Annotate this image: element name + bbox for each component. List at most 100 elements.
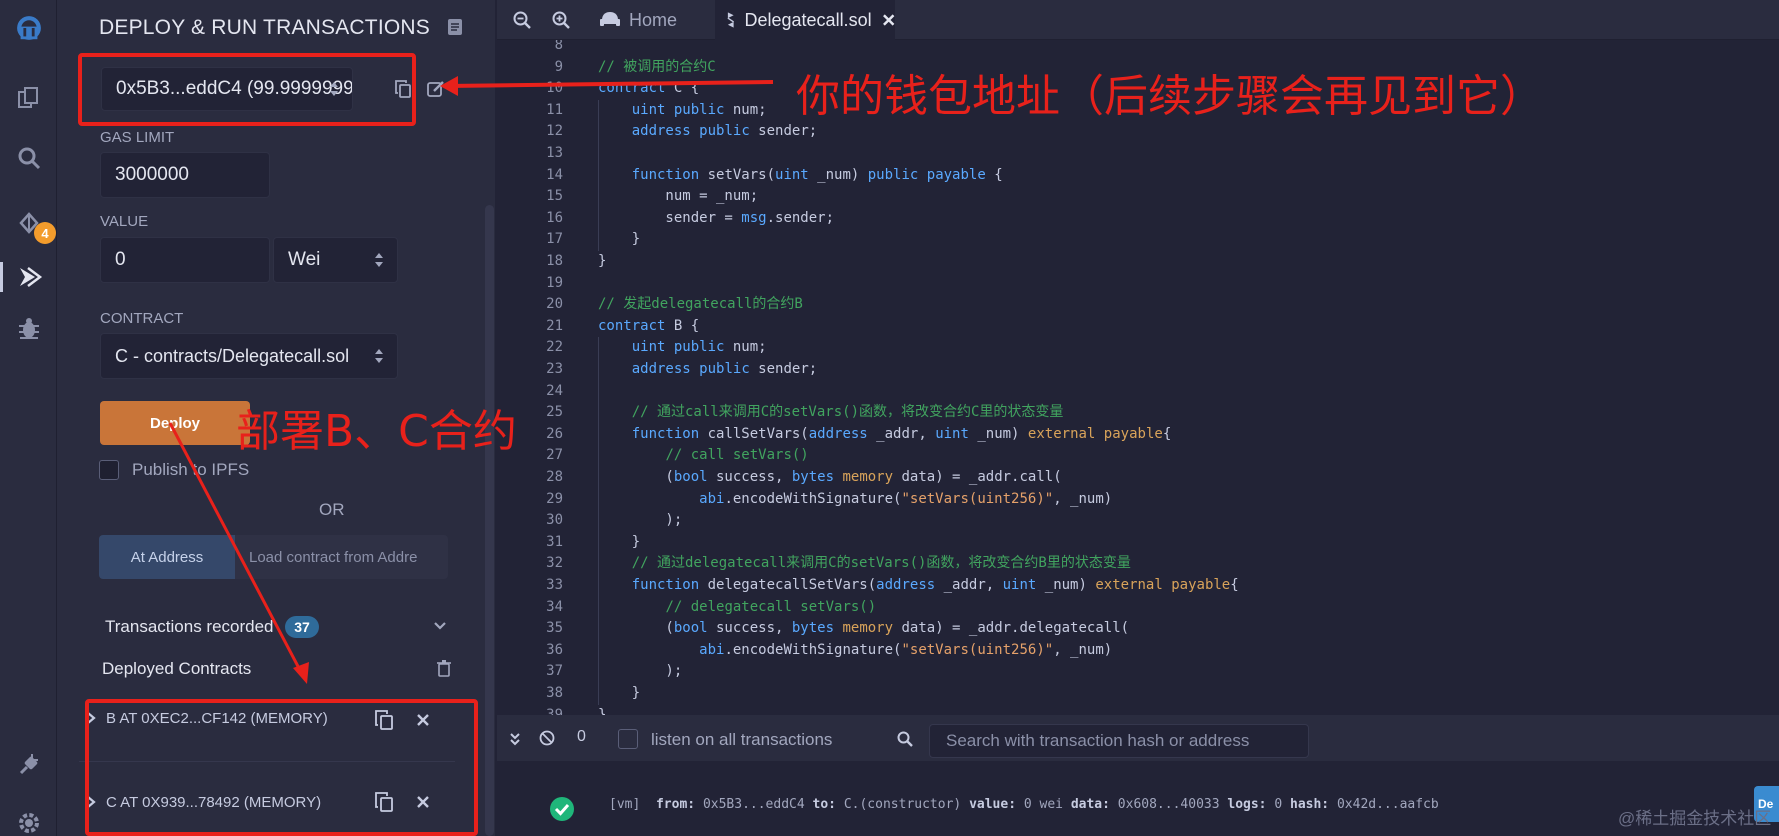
code-text: sender = msg.sender; [598, 208, 834, 230]
line-number: 15 [546, 188, 563, 205]
plugin-manager-icon[interactable] [0, 740, 57, 790]
code-line[interactable]: 23 address public sender; [497, 359, 1779, 381]
code-line[interactable]: 18} [497, 251, 1779, 273]
code-line[interactable]: 12 address public sender; [497, 121, 1779, 143]
value-input[interactable]: 0 [100, 237, 270, 283]
close-tab-icon[interactable] [882, 13, 895, 27]
deployed-contracts-label: Deployed Contracts [102, 659, 252, 678]
code-line[interactable]: 27 // call setVars() [497, 445, 1779, 467]
code-line[interactable]: 28 (bool success, bytes memory data) = _… [497, 467, 1779, 489]
code-line[interactable]: 34 // delegatecall setVars() [497, 597, 1779, 619]
or-divider: OR [319, 500, 345, 519]
pending-count: 0 [577, 728, 586, 745]
at-address-button[interactable]: At Address [99, 535, 235, 579]
code-line[interactable]: 32 // 通过delegatecall来调用C的setVars()函数，将改变… [497, 553, 1779, 575]
code-line[interactable]: 26 function callSetVars(address _addr, u… [497, 424, 1779, 446]
tab-home[interactable]: Home [591, 0, 711, 40]
listen-label: listen on all transactions [651, 730, 833, 749]
code-line[interactable]: 29 abi.encodeWithSignature("setVars(uint… [497, 489, 1779, 511]
code-line[interactable]: 33 function delegatecallSetVars(address … [497, 575, 1779, 597]
chevron-down-icon[interactable] [433, 620, 447, 632]
watermark: @稀土掘金技术社区 [1618, 809, 1772, 828]
deploy-button[interactable]: Deploy [100, 401, 250, 445]
remix-logo-icon[interactable] [0, 5, 57, 51]
transaction-search-input[interactable]: Search with transaction hash or address [929, 724, 1309, 758]
code-text: num = _num; [598, 186, 758, 208]
code-token: C { [665, 80, 700, 97]
code-token: address [631, 123, 691, 140]
value-unit-select[interactable]: Wei [273, 237, 398, 283]
trash-icon[interactable] [437, 660, 451, 677]
code-token: , _num) [1053, 490, 1113, 507]
code-line[interactable]: 19 [497, 273, 1779, 295]
code-line[interactable]: 38 } [497, 683, 1779, 705]
code-token: } [598, 231, 641, 248]
line-number: 22 [546, 339, 563, 356]
code-line[interactable]: 30 ); [497, 510, 1779, 532]
at-address-input[interactable]: Load contract from Addre [235, 535, 448, 579]
line-number: 34 [546, 598, 563, 615]
clear-console-icon[interactable] [539, 730, 555, 746]
code-line[interactable]: 21 contract B { [497, 316, 1779, 338]
log-to: C.(constructor) [843, 797, 962, 812]
code-line[interactable]: 13 [497, 143, 1779, 165]
code-line[interactable]: 36 abi.encodeWithSignature("setVars(uint… [497, 640, 1779, 662]
code-token: payable [926, 166, 986, 183]
code-line[interactable]: 31 } [497, 532, 1779, 554]
log-hash: 0x42d...aafcb [1336, 797, 1439, 812]
log-data-key: data: [1070, 797, 1110, 812]
code-token: public [867, 166, 919, 183]
panel-scrollbar[interactable] [485, 205, 494, 836]
code-token: uint [631, 101, 666, 118]
transactions-recorded-label[interactable]: Transactions recorded [105, 617, 274, 637]
code-token: ( [598, 469, 674, 485]
code-line[interactable]: 35 (bool success, bytes memory data) = _… [497, 618, 1779, 640]
deploy-run-icon[interactable] [0, 252, 57, 302]
edit-account-icon[interactable] [427, 80, 445, 98]
code-token: _addr, [935, 577, 1003, 593]
code-line[interactable]: 37 ); [497, 661, 1779, 683]
code-line[interactable]: 25 // 通过call来调用C的setVars()函数，将改变合约C里的状态变… [497, 402, 1779, 424]
settings-gear-icon[interactable] [0, 798, 57, 836]
debugger-icon[interactable] [0, 303, 57, 353]
code-text: // 通过delegatecall来调用C的setVars()函数，将改变合约B… [598, 553, 1131, 575]
code-line[interactable]: 8 [497, 40, 1779, 57]
double-chevron-down-icon[interactable] [509, 732, 521, 746]
line-number: 36 [546, 641, 563, 658]
code-token: num; [724, 101, 767, 118]
code-line[interactable]: 17 } [497, 229, 1779, 251]
zoom-in-icon[interactable] [552, 11, 570, 29]
gas-limit-input[interactable]: 3000000 [100, 152, 270, 198]
icon-rail: 4 [0, 0, 57, 836]
code-text: uint public num; [598, 100, 767, 122]
code-token: sender = [598, 209, 742, 226]
file-explorer-icon[interactable] [0, 73, 57, 123]
transaction-log-line[interactable]: [vm] from: 0x5B3...eddC4 to: C.(construc… [609, 797, 1439, 812]
code-line[interactable]: 15 num = _num; [497, 186, 1779, 208]
listen-checkbox[interactable] [618, 729, 638, 749]
solidity-file-icon [727, 12, 735, 28]
contract-select[interactable]: C - contracts/Delegatecall.sol [100, 333, 398, 379]
code-line[interactable]: 20 // 发起delegatecall的合约B [497, 294, 1779, 316]
code-token: setVars( [699, 166, 776, 183]
publish-ipfs-label: Publish to IPFS [132, 460, 250, 479]
code-token: uint [1002, 577, 1037, 593]
log-data: 0x608...40033 [1117, 797, 1220, 812]
code-line[interactable]: 14 function setVars(uint _num) public pa… [497, 165, 1779, 187]
code-token: bool [673, 469, 708, 485]
tab-delegatecall-sol[interactable]: Delegatecall.sol [715, 0, 895, 40]
documentation-icon[interactable] [447, 18, 463, 36]
publish-ipfs-checkbox[interactable] [99, 460, 119, 480]
search-icon[interactable] [0, 133, 57, 183]
code-token: uint [775, 166, 809, 183]
panel-title: DEPLOY & RUN TRANSACTIONS [99, 16, 430, 39]
code-line[interactable]: 16 sender = msg.sender; [497, 208, 1779, 230]
code-editor[interactable]: 8 9 // 被调用的合约C 10 contract C {11 uint public… [497, 40, 1779, 715]
code-line[interactable]: 22 uint public num; [497, 337, 1779, 359]
code-line[interactable]: 39} [497, 705, 1779, 715]
zoom-out-icon[interactable] [513, 11, 531, 29]
terminal-log: [vm] from: 0x5B3...eddC4 to: C.(construc… [497, 761, 1779, 836]
code-line[interactable]: 24 [497, 381, 1779, 403]
